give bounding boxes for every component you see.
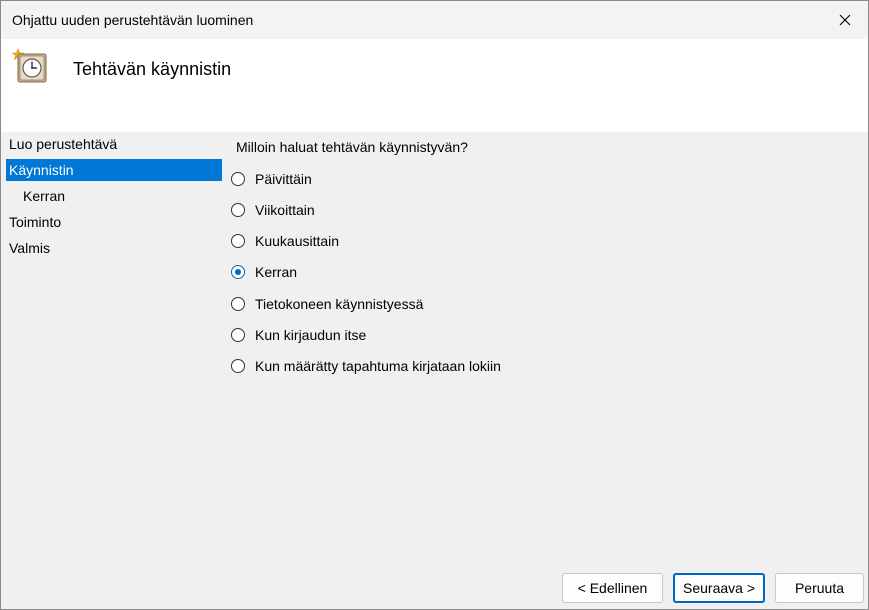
radio-label: Kun kirjaudun itse [255,327,367,343]
radio-daily[interactable]: Päivittäin [231,169,312,189]
step-create-basic-task: Luo perustehtävä [9,136,118,152]
radio-label: Tietokoneen käynnistyessä [255,296,424,312]
radio-circle[interactable] [231,172,245,186]
back-button[interactable]: < Edellinen [562,573,663,603]
step-finish: Valmis [9,240,50,256]
cancel-button[interactable]: Peruuta [775,573,864,603]
close-button[interactable] [822,1,868,39]
radio-circle-checked[interactable] [231,265,245,279]
page-title: Tehtävän käynnistin [73,59,232,79]
radio-circle[interactable] [231,203,245,217]
step-action: Toiminto [9,214,62,230]
radio-circle[interactable] [231,234,245,248]
radio-computer-starts[interactable]: Tietokoneen käynnistyessä [231,294,423,314]
wizard-window: Ohjattu uuden perustehtävän luominen Teh… [0,0,869,610]
radio-circle[interactable] [231,359,245,373]
radio-circle[interactable] [231,328,245,342]
radio-weekly[interactable]: Viikoittain [231,200,315,220]
radio-event-logged[interactable]: Kun määrätty tapahtuma kirjataan lokiin [231,356,501,376]
window-title: Ohjattu uuden perustehtävän luominen [12,12,254,28]
scheduled-task-clock-icon [11,48,47,83]
radio-i-log-on[interactable]: Kun kirjaudun itse [231,325,366,345]
radio-monthly[interactable]: Kuukausittain [231,231,339,251]
wizard-steps-panel: Luo perustehtävä Käynnistin Kerran Toimi… [1,132,226,609]
radio-label: Kun määrätty tapahtuma kirjataan lokiin [255,358,501,374]
wizard-header: Tehtävän käynnistin [1,39,868,132]
radio-label: Päivittäin [255,171,312,187]
title-bar: Ohjattu uuden perustehtävän luominen [1,1,868,39]
trigger-question: Milloin haluat tehtävän käynnistyvän? [236,139,468,155]
wizard-content: Milloin haluat tehtävän käynnistyvän? Pä… [226,132,868,609]
close-icon [839,14,851,26]
radio-circle[interactable] [231,297,245,311]
radio-label: Kuukausittain [255,233,340,249]
step-one-time: Kerran [23,188,66,204]
step-trigger: Käynnistin [6,159,222,181]
next-button[interactable]: Seuraava > [673,573,765,603]
radio-one-time[interactable]: Kerran [231,262,297,282]
radio-label: Kerran [255,264,298,280]
radio-label: Viikoittain [255,202,315,218]
